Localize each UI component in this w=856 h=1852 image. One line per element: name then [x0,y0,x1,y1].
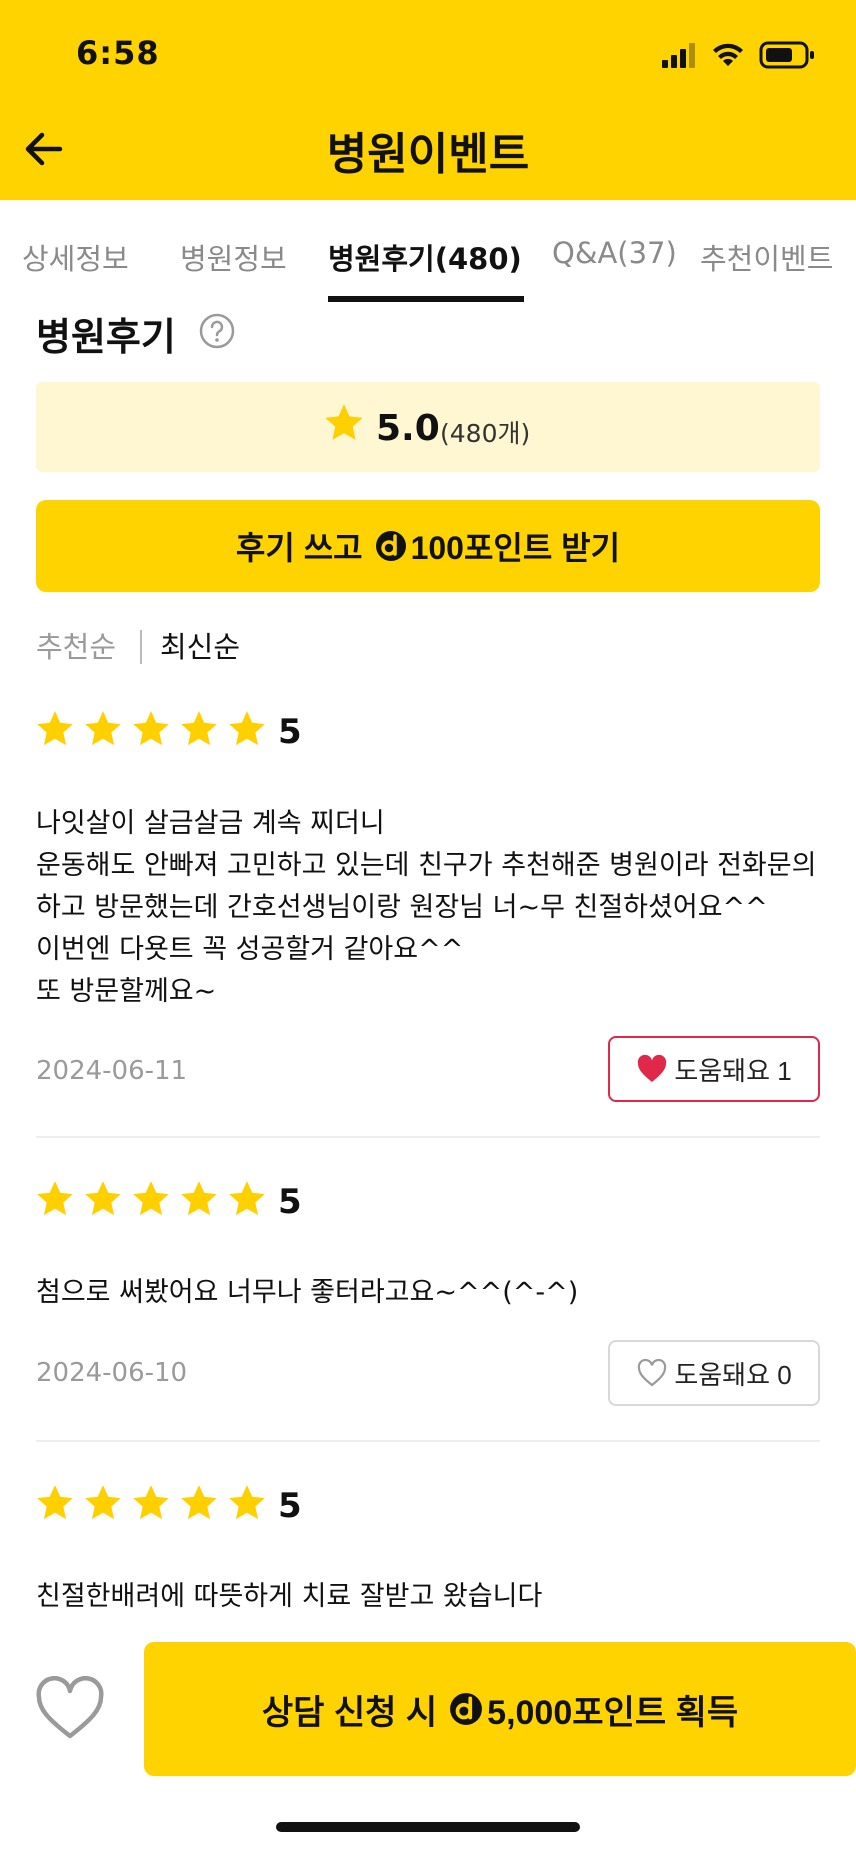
rating-score: 5.0 [376,408,440,449]
tab-hospital-info[interactable]: 병원정보 [180,236,287,278]
review-divider [36,1440,820,1442]
star-icon [325,404,363,440]
tab-hospital-reviews[interactable]: 병원후기(480) [328,236,522,278]
star-icon [229,1485,265,1520]
wifi-icon [713,43,743,66]
helpful-label: 도움돼요 0 [674,1359,792,1390]
sort-divider [140,630,142,664]
star-icon [229,1181,265,1216]
heart-icon [638,1358,667,1387]
review-rating-stars [34,708,274,752]
signal-icon [662,43,695,68]
star-icon [181,711,217,746]
section-title: 병원후기 [36,315,176,359]
consult-label-prefix: 상담 신청 시 [261,1693,438,1732]
consult-request-button[interactable]: 상담 신청 시 5,000포인트 획득 [144,1642,856,1776]
review-date: 2024-06-10 [36,1358,188,1388]
consult-label-suffix: 5,000포인트 획득 [487,1693,739,1732]
status-time: 6:58 [76,34,160,72]
point-coin-icon [375,531,406,561]
write-review-label-suffix: 100포인트 받기 [410,530,621,566]
sort-latest[interactable]: 최신순 [160,624,240,666]
app-header: 6:58 병원이벤트 [0,0,856,200]
review-date: 2024-06-11 [36,1056,188,1086]
helpful-button[interactable]: 도움돼요 1 [608,1036,820,1102]
review-rating-value: 5 [278,712,302,752]
review-text: 첨으로 써봤어요 너무나 좋터라고요~^^(^-^) [36,1277,579,1308]
star-icon [229,711,265,746]
star-icon [85,1181,121,1216]
star-icon [133,1485,169,1520]
page-title: 병원이벤트 [326,129,530,180]
write-review-button[interactable]: 후기 쓰고 100포인트 받기 [36,500,820,592]
point-coin-icon [450,1693,483,1725]
review-rating-value: 5 [278,1486,302,1526]
active-tab-indicator [328,296,524,302]
star-icon [85,1485,121,1520]
star-icon [37,1181,73,1216]
tab-qna[interactable]: Q&A(37) [552,236,677,270]
star-icon [37,1485,73,1520]
review-divider [36,1136,820,1138]
tab-recommended-events[interactable]: 추천이벤트 [700,236,833,278]
battery-icon [759,41,814,69]
review-rating-stars [34,1482,274,1526]
star-icon [181,1485,217,1520]
star-icon [133,1181,169,1216]
rating-count: (480개) [440,419,531,448]
star-icon [37,711,73,746]
star-icon [133,711,169,746]
help-icon[interactable] [198,312,236,350]
helpful-button[interactable]: 도움돼요 0 [608,1340,820,1406]
star-icon [85,711,121,746]
review-rating-stars [34,1178,274,1222]
star-icon [181,1181,217,1216]
status-icons [662,41,814,69]
home-indicator [276,1822,580,1832]
review-text: 친절한배려에 따뜻하게 치료 잘받고 왔습니다 [36,1581,543,1612]
write-review-label-prefix: 후기 쓰고 [235,530,363,566]
heart-icon [638,1054,667,1082]
tab-detail-info[interactable]: 상세정보 [22,236,129,278]
review-text: 나잇살이 살금살금 계속 찌더니 운동해도 안빠져 고민하고 있는데 친구가 추… [36,808,817,1007]
review-rating-value: 5 [278,1182,302,1222]
sort-recommended[interactable]: 추천순 [36,624,116,666]
heart-icon[interactable] [34,1676,106,1742]
helpful-label: 도움돼요 1 [674,1055,792,1086]
